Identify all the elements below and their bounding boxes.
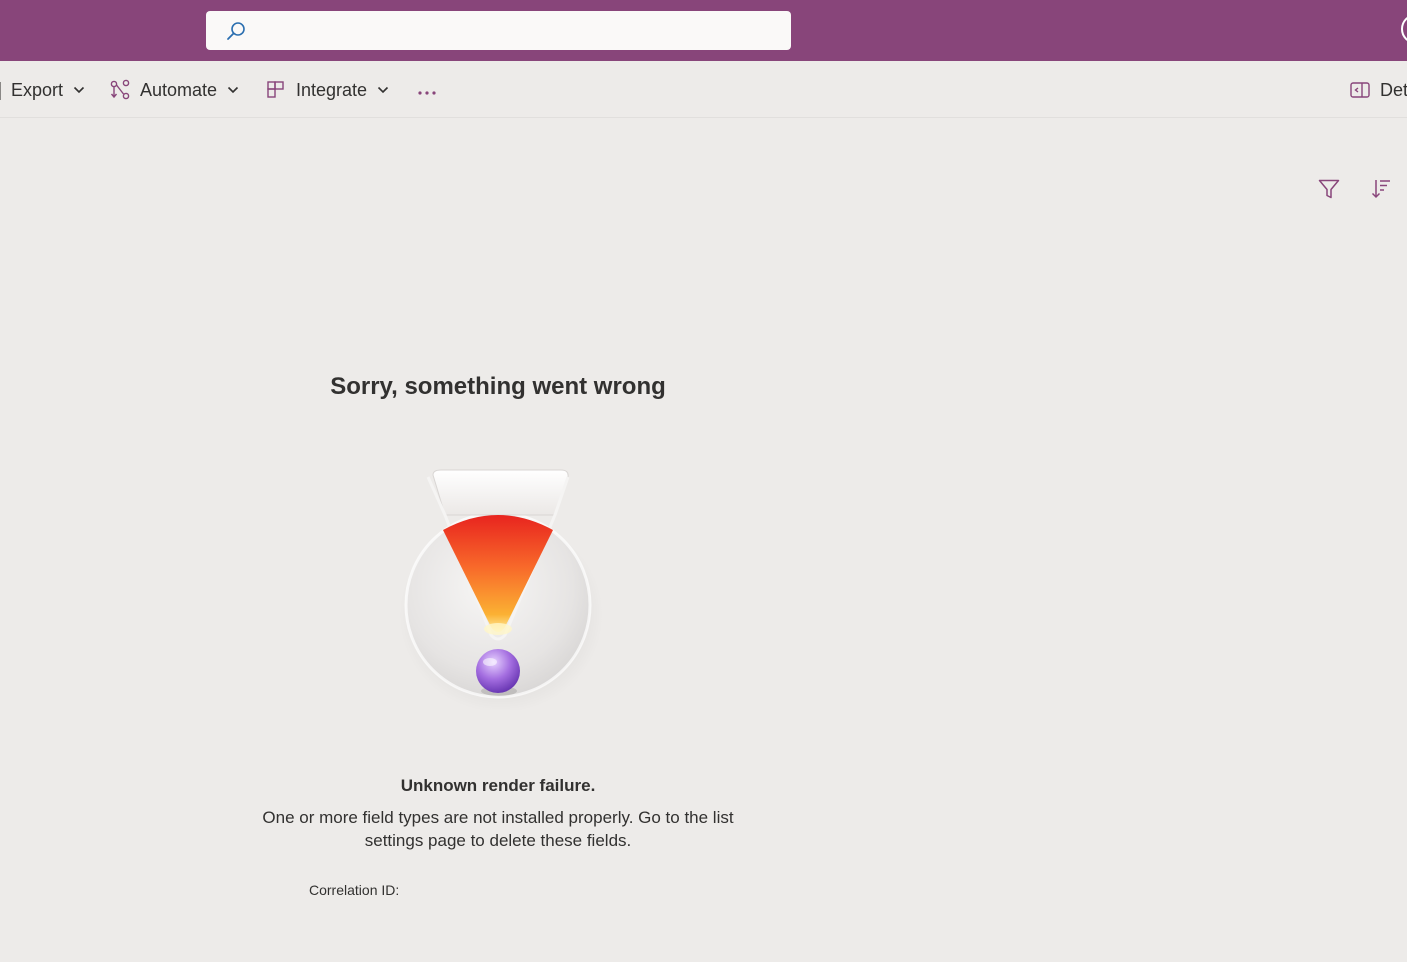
integrate-icon <box>265 79 287 101</box>
correlation-id-label: Correlation ID: <box>309 882 400 898</box>
automate-button[interactable]: Automate <box>109 75 240 105</box>
suite-bar <box>0 0 1407 61</box>
chevron-down-icon <box>376 83 390 97</box>
sort-icon <box>1369 180 1393 205</box>
details-pane-button[interactable]: Det <box>1349 75 1407 105</box>
more-button[interactable] <box>414 75 440 105</box>
integrate-label: Integrate <box>296 79 368 100</box>
search-box[interactable] <box>206 11 791 52</box>
command-divider <box>0 82 1 100</box>
automate-icon <box>109 79 131 101</box>
filter-button[interactable] <box>1317 177 1341 201</box>
search-input[interactable] <box>256 11 780 52</box>
details-pane-icon <box>1349 79 1371 101</box>
chevron-down-icon <box>226 83 240 97</box>
error-message: One or more field types are not installe… <box>262 808 734 850</box>
automate-label: Automate <box>140 79 218 100</box>
filter-icon <box>1317 179 1341 205</box>
command-bar: Export Automate Integrate Det <box>0 61 1407 118</box>
search-icon[interactable] <box>225 20 247 42</box>
export-button[interactable]: Export <box>11 75 86 105</box>
details-label: Det <box>1380 79 1407 100</box>
avatar[interactable] <box>1401 14 1407 44</box>
error-illustration <box>393 455 605 713</box>
export-label: Export <box>11 79 64 100</box>
more-icon <box>417 80 437 101</box>
error-title: Sorry, something went wrong <box>330 373 666 400</box>
chevron-down-icon <box>72 83 86 97</box>
error-subtitle: Unknown render failure. <box>400 776 596 795</box>
sort-button[interactable] <box>1369 177 1393 201</box>
integrate-button[interactable]: Integrate <box>265 75 390 105</box>
